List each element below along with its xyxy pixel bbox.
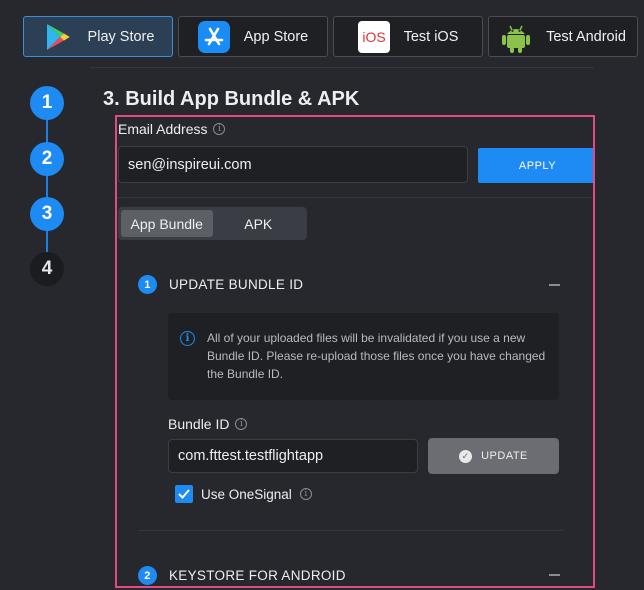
info-icon: i <box>180 331 195 346</box>
step-connector <box>46 104 48 268</box>
tab-test-ios[interactable]: iOS Test iOS <box>333 16 483 57</box>
divider <box>117 197 593 198</box>
collapse-icon[interactable] <box>549 574 560 576</box>
ios-icon: iOS <box>357 20 390 53</box>
info-icon[interactable]: i <box>235 418 248 430</box>
divider <box>90 67 594 68</box>
check-circle-icon: ✓ <box>459 449 473 463</box>
divider <box>138 530 563 531</box>
apply-button[interactable]: APPLY <box>478 148 593 183</box>
onesignal-label: Use OneSignal <box>201 486 292 502</box>
tab-app-store[interactable]: App Store <box>178 16 328 57</box>
tab-label: Play Store <box>87 28 155 45</box>
tab-label: App Store <box>243 28 309 45</box>
step-2[interactable]: 2 <box>30 142 64 176</box>
info-notice: i All of your uploaded files will be inv… <box>168 313 559 400</box>
notice-text: All of your uploaded files will be inval… <box>207 331 546 381</box>
section-title: KEYSTORE FOR ANDROID <box>169 568 346 583</box>
option-app-bundle[interactable]: App Bundle <box>121 210 213 237</box>
page-title: 3. Build App Bundle & APK <box>103 88 360 110</box>
store-tabs: Play Store App Store iOS Test iOS Test A… <box>23 16 638 57</box>
section-keystore-android[interactable]: 2 KEYSTORE FOR ANDROID <box>138 566 346 585</box>
tab-label: Test iOS <box>403 28 459 45</box>
onesignal-option: Use OneSignal i <box>175 485 312 503</box>
tab-test-android[interactable]: Test Android <box>488 16 638 57</box>
bundle-id-field[interactable]: com.fttest.testflightapp <box>168 439 418 473</box>
svg-text:iOS: iOS <box>362 29 385 45</box>
bundle-label-row: Bundle ID i <box>168 416 248 432</box>
section-title: UPDATE BUNDLE ID <box>169 277 304 292</box>
section-number-badge: 2 <box>138 566 157 585</box>
build-panel: Email Address i sen@inspireui.com APPLY … <box>115 115 595 588</box>
bundle-id-label: Bundle ID <box>168 416 230 432</box>
info-icon[interactable]: i <box>213 123 226 135</box>
collapse-icon[interactable] <box>549 284 560 286</box>
tab-play-store[interactable]: Play Store <box>23 16 173 57</box>
email-label: Email Address <box>118 121 208 137</box>
email-label-row: Email Address i <box>118 121 226 137</box>
update-button[interactable]: ✓ UPDATE <box>428 438 559 474</box>
update-label: UPDATE <box>481 450 528 462</box>
section-number-badge: 1 <box>138 275 157 294</box>
section-update-bundle-id[interactable]: 1 UPDATE BUNDLE ID <box>138 275 303 294</box>
option-apk[interactable]: APK <box>213 210 305 237</box>
tab-label: Test Android <box>546 28 626 45</box>
onesignal-checkbox[interactable] <box>175 485 193 503</box>
step-4[interactable]: 4 <box>30 252 64 286</box>
play-store-icon <box>42 21 74 53</box>
build-type-toggle: App Bundle APK <box>118 207 307 240</box>
info-icon[interactable]: i <box>299 488 312 500</box>
android-icon <box>500 21 532 53</box>
step-1[interactable]: 1 <box>30 86 64 120</box>
app-store-icon <box>197 20 230 53</box>
email-field[interactable]: sen@inspireui.com <box>118 146 468 183</box>
step-3[interactable]: 3 <box>30 197 64 231</box>
